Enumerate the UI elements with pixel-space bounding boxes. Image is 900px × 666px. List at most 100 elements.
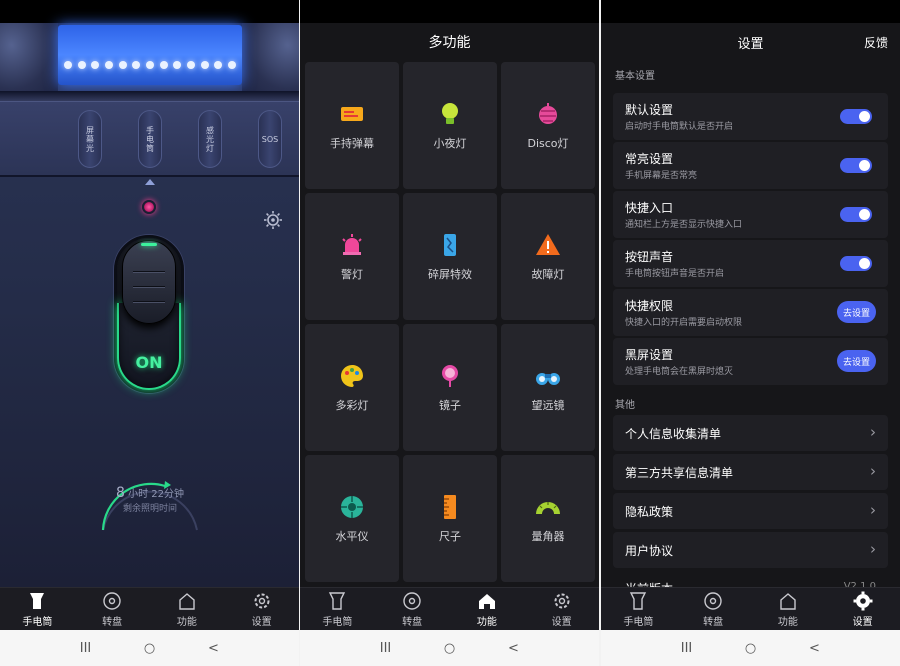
binoculars-icon [535,363,561,389]
home-button[interactable]: ○ [118,630,182,666]
settings-screen: 设置 反馈 基本设置 默认设置 启动时手电筒默认是否开启 常亮设置 手机屏幕是否… [601,0,900,666]
feature-grid: 手持弹幕 小夜灯 Disco灯 警灯 碎屏特效 故障灯 多彩灯 镜子 望远镜 水… [305,62,595,582]
system-nav-bar: III ○ < [0,630,299,666]
link-third-party[interactable]: 第三方共享信息清单 › [613,454,888,490]
dial-icon [101,590,123,612]
night-light-icon [437,101,463,127]
flashlight-icon [326,590,348,612]
feature-mirror[interactable]: 镜子 [403,324,497,451]
status-bar [0,0,299,23]
tab-bar: 手电筒 转盘 功能 设置 [300,587,599,630]
page-title: 多功能 [428,35,471,51]
lamp-leds [64,61,236,69]
barrage-icon [339,101,365,127]
mode-screen-light-button[interactable]: 屏幕光 [78,110,102,168]
feature-telescope[interactable]: 望远镜 [501,324,595,451]
lamp-head [0,23,299,97]
system-nav-bar: III ○ < [300,630,599,666]
tab-features[interactable]: 功能 [450,588,525,630]
status-bar [601,0,900,23]
feature-broken-screen[interactable]: 碎屏特效 [403,193,497,320]
gear-icon [852,590,874,612]
status-led [142,200,156,214]
link-personal-info[interactable]: 个人信息收集清单 › [613,415,888,451]
recents-button[interactable]: III [54,630,118,666]
status-bar [300,0,599,23]
mode-sos-button[interactable]: SOS [258,110,282,168]
home-icon [777,590,799,612]
dial-icon [401,590,423,612]
setting-black-screen: 黑屏设置 处理手电筒会在黑屏时熄灭 去设置 [613,338,888,385]
chevron-right-icon: › [870,501,876,519]
shortcut-permission-button[interactable]: 去设置 [836,301,876,323]
feature-night-light[interactable]: 小夜灯 [403,62,497,189]
tab-dial[interactable]: 转盘 [676,588,751,630]
setting-shortcut: 快捷入口 通知栏上方是否显示快捷入口 [613,191,888,238]
mode-sensor-light-button[interactable]: 感光灯 [198,110,222,168]
feature-siren[interactable]: 警灯 [305,193,399,320]
palette-icon [339,363,365,389]
tab-dial[interactable]: 转盘 [375,588,450,630]
home-icon [476,590,498,612]
back-button[interactable]: < [182,630,246,666]
back-button[interactable]: < [482,630,546,666]
feedback-button[interactable]: 反馈 [864,34,888,51]
level-icon [339,494,365,520]
tab-settings[interactable]: 设置 [224,588,299,630]
back-button[interactable]: < [783,630,847,666]
mirror-icon [437,363,463,389]
recents-button[interactable]: III [655,630,719,666]
tab-dial[interactable]: 转盘 [75,588,150,630]
setting-button-sound: 按钮声音 手电筒按钮声音是否开启 [613,240,888,287]
always-on-toggle[interactable] [840,158,872,173]
tab-bar: 手电筒 转盘 功能 设置 [601,587,900,630]
brightness-settings-icon[interactable] [262,209,284,231]
tab-features[interactable]: 功能 [150,588,225,630]
chevron-right-icon: › [870,462,876,480]
tab-features[interactable]: 功能 [751,588,826,630]
recents-button[interactable]: III [354,630,418,666]
feature-ruler[interactable]: 尺子 [403,455,497,582]
home-button[interactable]: ○ [719,630,783,666]
tab-flashlight[interactable]: 手电筒 [300,588,375,630]
feature-warning-light[interactable]: 故障灯 [501,193,595,320]
link-user-agreement[interactable]: 用户协议 › [613,532,888,568]
flashlight-icon [26,590,48,612]
mode-flashlight-button[interactable]: 手电筒 [138,110,162,168]
link-privacy-policy[interactable]: 隐私政策 › [613,493,888,529]
flashlight-screen: 屏幕光 手电筒 感光灯 SOS ON 8 小时 22分钟 剩余照明时间 手电筒 … [0,0,299,666]
page-title: 设置 [737,36,764,52]
section-other-label: 其他 [615,400,635,411]
features-view: 多功能 手持弹幕 小夜灯 Disco灯 警灯 碎屏特效 故障灯 多彩灯 镜子 望… [300,23,599,587]
settings-view: 设置 反馈 基本设置 默认设置 启动时手电筒默认是否开启 常亮设置 手机屏幕是否… [601,23,900,596]
feature-barrage[interactable]: 手持弹幕 [305,62,399,189]
tab-settings[interactable]: 设置 [825,588,900,630]
home-icon [176,590,198,612]
feature-color-light[interactable]: 多彩灯 [305,324,399,451]
features-screen: 多功能 手持弹幕 小夜灯 Disco灯 警灯 碎屏特效 故障灯 多彩灯 镜子 望… [300,0,599,666]
default-toggle[interactable] [840,109,872,124]
system-nav-bar: III ○ < [601,630,900,666]
gear-icon [551,590,573,612]
setting-default: 默认设置 启动时手电筒默认是否开启 [613,93,888,140]
siren-icon [339,232,365,258]
feature-level[interactable]: 水平仪 [305,455,399,582]
broken-screen-icon [437,232,463,258]
battery-remaining: 8 小时 22分钟 [115,485,185,501]
flashlight-view: 屏幕光 手电筒 感光灯 SOS ON 8 小时 22分钟 剩余照明时间 [0,23,299,587]
gear-icon [251,590,273,612]
black-screen-button[interactable]: 去设置 [836,350,876,372]
tab-flashlight[interactable]: 手电筒 [0,588,75,630]
tab-settings[interactable]: 设置 [524,588,599,630]
section-basic-label: 基本设置 [615,71,655,82]
flashlight-icon [627,590,649,612]
shortcut-toggle[interactable] [840,207,872,222]
home-button[interactable]: ○ [418,630,482,666]
dial-icon [702,590,724,612]
button-sound-toggle[interactable] [840,256,872,271]
switch-state-label: ON [135,353,163,372]
tab-flashlight[interactable]: 手电筒 [601,588,676,630]
feature-protractor[interactable]: 量角器 [501,455,595,582]
battery-caption: 剩余照明时间 [122,504,177,514]
feature-disco[interactable]: Disco灯 [501,62,595,189]
